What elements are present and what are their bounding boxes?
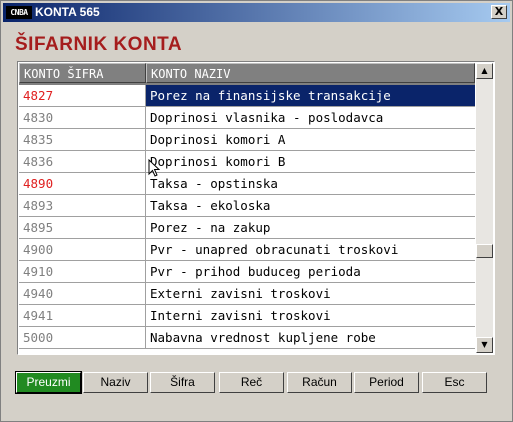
account-code-cell: 5000: [19, 327, 146, 348]
account-name-cell: Pvr - unapred obracunati troskovi: [150, 242, 399, 257]
window-title: KONTA 565: [35, 5, 100, 19]
account-code-cell: 4910: [19, 261, 146, 282]
account-name-cell: Externi zavisni troskovi: [150, 286, 331, 301]
account-name-cell: Taksa - opstinska: [150, 176, 278, 191]
scrollbar-thumb[interactable]: [476, 244, 493, 258]
table-row[interactable]: 4895 Porez - na zakup: [19, 217, 475, 239]
table-row[interactable]: 4900 Pvr - unapred obracunati troskovi: [19, 239, 475, 261]
account-name-cell: Taksa - ekoloska: [150, 198, 271, 213]
period-button[interactable]: Period: [354, 372, 419, 393]
account-code-cell: 4830: [19, 107, 146, 128]
table-row[interactable]: 4836 Doprinosi komori B: [19, 151, 475, 173]
account-code-cell: 4835: [19, 129, 146, 150]
account-name-cell: Nabavna vrednost kupljene robe: [150, 330, 376, 345]
table-row[interactable]: 5000 Nabavna vrednost kupljene robe: [19, 327, 475, 349]
konta-window: CNBA KONTA 565 X ŠIFARNIK KONTA KONTO ŠI…: [0, 0, 513, 422]
account-code-cell: 4890: [19, 173, 146, 194]
preuzmi-button[interactable]: Preuzmi: [15, 371, 82, 394]
account-code-cell: 4827: [19, 85, 146, 106]
table-body: 4827 Porez na finansijske transakcije 4830…: [19, 85, 475, 349]
account-name-cell: Doprinosi komori B: [150, 154, 286, 169]
account-name-cell: Doprinosi komori A: [150, 132, 286, 147]
rec-button[interactable]: Reč: [219, 372, 284, 393]
vertical-scrollbar[interactable]: ▲ ▼: [476, 63, 493, 353]
account-code-cell: 4836: [19, 151, 146, 172]
table-row[interactable]: 4830 Doprinosi vlasnika - poslodavca: [19, 107, 475, 129]
account-name-cell: Porez - na zakup: [150, 220, 271, 235]
table-row[interactable]: 4941 Interni zavisni troskovi: [19, 305, 475, 327]
account-code-cell: 4895: [19, 217, 146, 238]
table-header: KONTO ŠIFRA KONTO NAZIV: [19, 63, 475, 85]
close-button[interactable]: X: [491, 5, 507, 19]
naziv-button[interactable]: Naziv: [83, 372, 148, 393]
table-row[interactable]: 4835 Doprinosi komori A: [19, 129, 475, 151]
app-logo-icon: CNBA: [6, 6, 32, 19]
page-title: ŠIFARNIK KONTA: [15, 34, 183, 55]
table-row[interactable]: 4827 Porez na finansijske transakcije: [19, 85, 475, 107]
account-name-cell: Interni zavisni troskovi: [150, 308, 331, 323]
scroll-down-arrow-icon[interactable]: ▼: [476, 337, 493, 353]
table-row[interactable]: 4890 Taksa - opstinska: [19, 173, 475, 195]
accounts-table: KONTO ŠIFRA KONTO NAZIV 4827 Porez na fin…: [17, 61, 495, 355]
account-code-cell: 4893: [19, 195, 146, 216]
account-name-cell: Pvr - prihod buduceg perioda: [150, 264, 361, 279]
column-header-name[interactable]: KONTO NAZIV: [146, 63, 475, 83]
racun-button[interactable]: Račun: [287, 372, 352, 393]
title-bar[interactable]: CNBA KONTA 565 X: [3, 3, 510, 22]
account-name-cell: Doprinosi vlasnika - poslodavca: [150, 110, 384, 125]
account-code-cell: 4941: [19, 305, 146, 326]
account-code-cell: 4900: [19, 239, 146, 260]
sifra-button[interactable]: Šifra: [150, 372, 215, 393]
scroll-up-arrow-icon[interactable]: ▲: [476, 63, 493, 79]
table-row[interactable]: 4940 Externi zavisni troskovi: [19, 283, 475, 305]
account-code-cell: 4940: [19, 283, 146, 304]
table-row[interactable]: 4893 Taksa - ekoloska: [19, 195, 475, 217]
account-name-cell: Porez na finansijske transakcije: [150, 88, 391, 103]
column-header-code[interactable]: KONTO ŠIFRA: [19, 63, 146, 83]
mouse-pointer-icon: [148, 159, 160, 177]
esc-button[interactable]: Esc: [422, 372, 487, 393]
table-row[interactable]: 4910 Pvr - prihod buduceg perioda: [19, 261, 475, 283]
